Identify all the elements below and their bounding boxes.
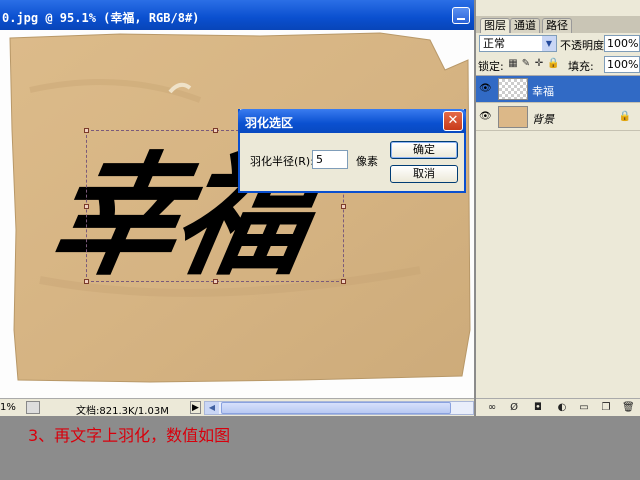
mask-icon[interactable]: ◘ [532,402,544,414]
transform-handle[interactable] [84,128,89,133]
tab-layers[interactable]: 图层 [480,18,510,33]
layers-panel: 图层 通道 路径 正常 ▼ 不透明度: 100% 锁定: ▦ ✎ ✛ 🔒 填充:… [475,0,640,416]
scrollbar-thumb[interactable] [221,402,451,414]
layer-thumbnail [498,106,528,128]
document-size: 文档:821.3K/1.03M [76,406,169,417]
transform-handle[interactable] [84,204,89,209]
layer-row-text[interactable]: 👁 幸福 [476,76,640,103]
tutorial-caption: 3、再文字上羽化，数值如图 [28,426,231,445]
lock-row: 锁定: ▦ ✎ ✛ 🔒 填充: 100% [476,55,640,73]
scroll-left-icon[interactable]: ◀ [205,402,219,414]
horizontal-scrollbar[interactable]: ◀ [204,401,474,415]
lock-label: 锁定: [478,60,504,73]
feather-radius-label: 羽化半径(R): [250,155,314,168]
zoom-level[interactable]: 1% [0,402,16,413]
dialog-titlebar[interactable]: 羽化选区 ✕ [238,109,466,133]
style-icon[interactable]: Ø [508,402,520,414]
blend-mode-select[interactable]: 正常 ▼ [479,35,557,52]
fill-label: 填充: [568,60,594,73]
unit-label: 像素 [356,155,378,168]
new-layer-icon[interactable]: ❐ [600,402,612,414]
lock-all-icon[interactable]: 🔒 [547,58,559,69]
close-icon[interactable]: ✕ [443,111,463,131]
lock-paint-icon[interactable]: ✎ [521,58,531,69]
minimize-button[interactable] [452,7,470,24]
group-icon[interactable]: ▭ [578,402,590,414]
tab-paths[interactable]: 路径 [542,18,572,33]
trash-icon[interactable]: 🗑 [622,402,635,414]
document-titlebar[interactable]: 0.jpg @ 95.1% (幸福, RGB/8#) [0,0,474,30]
layer-thumbnail [498,78,528,100]
fill-input[interactable]: 100% [604,56,640,73]
opacity-label: 不透明度: [560,39,608,52]
status-bar: 1% 文档:821.3K/1.03M ▶ ◀ [0,398,474,417]
layer-name: 背景 [532,113,554,126]
canvas-area[interactable]: 幸福 [0,30,474,398]
transform-handle[interactable] [213,128,218,133]
feather-radius-input[interactable]: 5 [312,150,348,169]
lock-transparency-icon[interactable]: ▦ [508,58,518,69]
link-icon[interactable]: ∞ [486,402,498,414]
document-title: 0.jpg @ 95.1% (幸福, RGB/8#) [2,11,200,25]
layers-list: 👁 幸福 👁 背景 🔒 [476,75,640,397]
eye-icon[interactable]: 👁 [479,84,492,94]
layer-name: 幸福 [532,85,554,98]
blend-mode-value: 正常 [483,37,505,50]
lock-position-icon[interactable]: ✛ [534,58,544,69]
transform-handle[interactable] [84,279,89,284]
adjustment-icon[interactable]: ◐ [556,402,568,414]
eye-icon[interactable]: 👁 [479,112,492,122]
status-menu-arrow-icon[interactable]: ▶ [190,401,201,414]
document-window: 0.jpg @ 95.1% (幸福, RGB/8#) 幸福 1% 文档:821.… [0,0,474,417]
transform-handle[interactable] [341,204,346,209]
dialog-title: 羽化选区 [245,116,294,130]
layer-row-background[interactable]: 👁 背景 🔒 [476,104,640,131]
ok-button[interactable]: 确定 [390,141,458,159]
feather-selection-dialog: 羽化选区 ✕ 羽化半径(R): 5 像素 确定 取消 [238,109,466,193]
transform-handle[interactable] [341,279,346,284]
opacity-input[interactable]: 100% [604,35,640,52]
transform-handle[interactable] [213,279,218,284]
status-info-button[interactable] [26,401,40,414]
lock-icon: 🔒 [618,111,631,122]
app-root: 0.jpg @ 95.1% (幸福, RGB/8#) 幸福 1% 文档:821.… [0,0,640,480]
cancel-button[interactable]: 取消 [390,165,458,183]
chevron-down-icon[interactable]: ▼ [542,36,556,51]
tab-channels[interactable]: 通道 [510,18,540,33]
layers-panel-toolbar: ∞ Ø ◘ ◐ ▭ ❐ 🗑 [476,398,640,416]
